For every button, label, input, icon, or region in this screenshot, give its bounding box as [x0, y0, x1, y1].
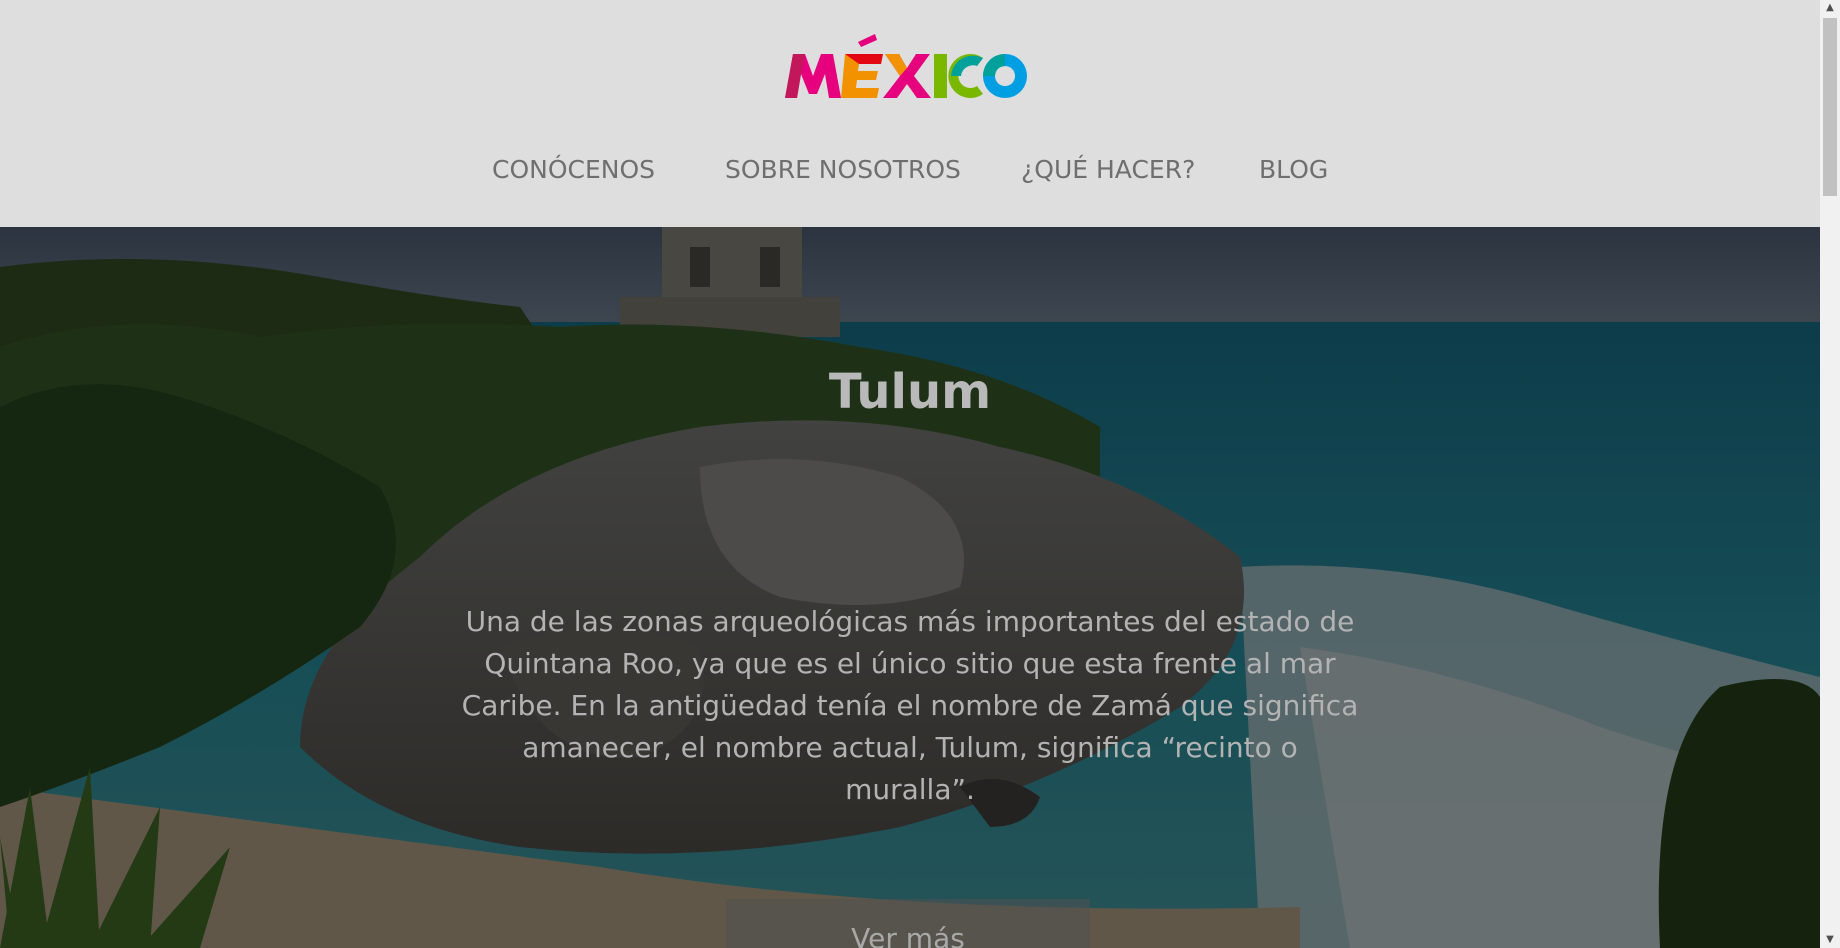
mexico-logo[interactable] [783, 34, 1029, 104]
main-nav: CONÓCENOS SOBRE NOSOTROS ¿QUÉ HACER? BLO… [0, 155, 1820, 195]
nav-item-blog[interactable]: BLOG [1259, 155, 1328, 184]
nav-item-conocenos[interactable]: CONÓCENOS [492, 155, 655, 184]
hero-dark-overlay [0, 227, 1820, 948]
ver-mas-button[interactable]: Ver más [726, 899, 1090, 948]
vertical-scrollbar[interactable]: ▲ ▼ [1820, 0, 1840, 948]
scroll-thumb[interactable] [1823, 18, 1837, 196]
hero-description: Una de las zonas arqueológicas más impor… [461, 605, 1359, 806]
hero-banner: Tulum Una de las zonas arqueológicas más… [0, 227, 1820, 948]
nav-item-sobre-nosotros[interactable]: SOBRE NOSOTROS [725, 155, 961, 184]
hero-title: Tulum [828, 364, 992, 420]
scroll-down-arrow-icon[interactable]: ▼ [1820, 932, 1840, 948]
scroll-up-arrow-icon[interactable]: ▲ [1820, 0, 1840, 16]
site-header: CONÓCENOS SOBRE NOSOTROS ¿QUÉ HACER? BLO… [0, 0, 1820, 227]
nav-item-que-hacer[interactable]: ¿QUÉ HACER? [1021, 155, 1195, 184]
